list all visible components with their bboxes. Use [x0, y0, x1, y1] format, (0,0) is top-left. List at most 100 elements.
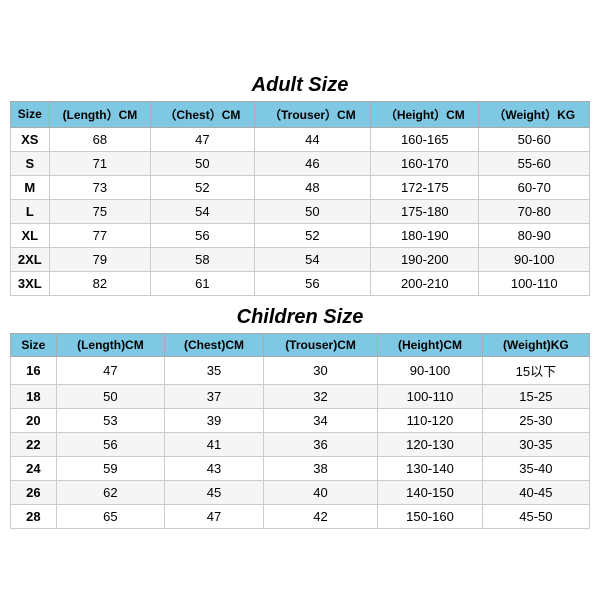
table-cell: 24 — [11, 456, 57, 480]
table-cell: 175-180 — [371, 199, 479, 223]
table-cell: 30 — [263, 356, 377, 384]
table-cell: 42 — [263, 504, 377, 528]
table-cell: 50 — [56, 384, 164, 408]
table-cell: 45 — [165, 480, 264, 504]
table-cell: 34 — [263, 408, 377, 432]
table-cell: 2XL — [11, 247, 50, 271]
table-row: 24594338130-14035-40 — [11, 456, 590, 480]
adult-header-cell: (Length）CM — [49, 101, 151, 127]
children-header-cell: (Length)CM — [56, 333, 164, 356]
adult-section-title: Adult Size — [10, 68, 590, 101]
table-cell: 77 — [49, 223, 151, 247]
table-cell: 172-175 — [371, 175, 479, 199]
table-cell: 41 — [165, 432, 264, 456]
table-row: 1647353090-10015以下 — [11, 356, 590, 384]
table-cell: 54 — [151, 199, 254, 223]
table-cell: XS — [11, 127, 50, 151]
table-cell: 52 — [151, 175, 254, 199]
table-cell: 30-35 — [482, 432, 589, 456]
size-chart-container: Adult Size Size(Length）CM（Chest）CM（Trous… — [10, 68, 590, 533]
table-cell: 61 — [151, 271, 254, 295]
table-cell: 70-80 — [479, 199, 590, 223]
table-cell: 180-190 — [371, 223, 479, 247]
table-cell: XL — [11, 223, 50, 247]
adult-table-body: XS684744160-16550-60S715046160-17055-60M… — [11, 127, 590, 295]
table-cell: 79 — [49, 247, 151, 271]
children-header-cell: (Chest)CM — [165, 333, 264, 356]
table-row: XS684744160-16550-60 — [11, 127, 590, 151]
table-cell: 45-50 — [482, 504, 589, 528]
table-cell: 15-25 — [482, 384, 589, 408]
table-cell: 62 — [56, 480, 164, 504]
children-table-header: Size(Length)CM(Chest)CM(Trouser)CM(Heigh… — [11, 333, 590, 356]
table-cell: 35-40 — [482, 456, 589, 480]
table-cell: 90-100 — [479, 247, 590, 271]
table-cell: 80-90 — [479, 223, 590, 247]
table-cell: 40-45 — [482, 480, 589, 504]
table-cell: 25-30 — [482, 408, 589, 432]
adult-table-header: Size(Length）CM（Chest）CM（Trouser）CM（Heigh… — [11, 101, 590, 127]
table-cell: 60-70 — [479, 175, 590, 199]
table-cell: 65 — [56, 504, 164, 528]
table-cell: 26 — [11, 480, 57, 504]
table-cell: 52 — [254, 223, 371, 247]
table-cell: 75 — [49, 199, 151, 223]
children-header-cell: (Height)CM — [378, 333, 483, 356]
table-row: 3XL826156200-210100-110 — [11, 271, 590, 295]
adult-header-cell: （Chest）CM — [151, 101, 254, 127]
table-cell: 46 — [254, 151, 371, 175]
table-cell: 16 — [11, 356, 57, 384]
table-cell: 48 — [254, 175, 371, 199]
adult-header-cell: （Trouser）CM — [254, 101, 371, 127]
table-cell: 36 — [263, 432, 377, 456]
table-row: 2XL795854190-20090-100 — [11, 247, 590, 271]
table-cell: 160-170 — [371, 151, 479, 175]
table-cell: L — [11, 199, 50, 223]
table-cell: 47 — [56, 356, 164, 384]
table-cell: 56 — [254, 271, 371, 295]
table-cell: 37 — [165, 384, 264, 408]
table-cell: 130-140 — [378, 456, 483, 480]
children-header-cell: (Weight)KG — [482, 333, 589, 356]
table-row: S715046160-17055-60 — [11, 151, 590, 175]
table-cell: 50-60 — [479, 127, 590, 151]
table-cell: 44 — [254, 127, 371, 151]
table-cell: 47 — [165, 504, 264, 528]
table-cell: S — [11, 151, 50, 175]
table-cell: 39 — [165, 408, 264, 432]
children-header-cell: Size — [11, 333, 57, 356]
table-cell: 200-210 — [371, 271, 479, 295]
table-cell: 160-165 — [371, 127, 479, 151]
table-cell: 53 — [56, 408, 164, 432]
table-row: L755450175-18070-80 — [11, 199, 590, 223]
adult-header-cell: （Height）CM — [371, 101, 479, 127]
table-cell: 150-160 — [378, 504, 483, 528]
table-row: M735248172-17560-70 — [11, 175, 590, 199]
table-cell: 71 — [49, 151, 151, 175]
table-cell: 82 — [49, 271, 151, 295]
table-cell: 120-130 — [378, 432, 483, 456]
table-row: 26624540140-15040-45 — [11, 480, 590, 504]
table-cell: 190-200 — [371, 247, 479, 271]
children-size-table: Size(Length)CM(Chest)CM(Trouser)CM(Heigh… — [10, 333, 590, 529]
table-cell: 22 — [11, 432, 57, 456]
table-cell: 56 — [56, 432, 164, 456]
adult-header-cell: （Weight）KG — [479, 101, 590, 127]
table-cell: 40 — [263, 480, 377, 504]
table-cell: 90-100 — [378, 356, 483, 384]
table-cell: 140-150 — [378, 480, 483, 504]
table-row: 20533934110-12025-30 — [11, 408, 590, 432]
table-cell: 55-60 — [479, 151, 590, 175]
table-cell: 32 — [263, 384, 377, 408]
table-cell: 20 — [11, 408, 57, 432]
table-cell: 56 — [151, 223, 254, 247]
table-cell: 58 — [151, 247, 254, 271]
table-cell: M — [11, 175, 50, 199]
table-row: XL775652180-19080-90 — [11, 223, 590, 247]
table-row: 18503732100-11015-25 — [11, 384, 590, 408]
table-row: 22564136120-13030-35 — [11, 432, 590, 456]
table-cell: 18 — [11, 384, 57, 408]
table-cell: 3XL — [11, 271, 50, 295]
table-row: 28654742150-16045-50 — [11, 504, 590, 528]
table-cell: 50 — [254, 199, 371, 223]
